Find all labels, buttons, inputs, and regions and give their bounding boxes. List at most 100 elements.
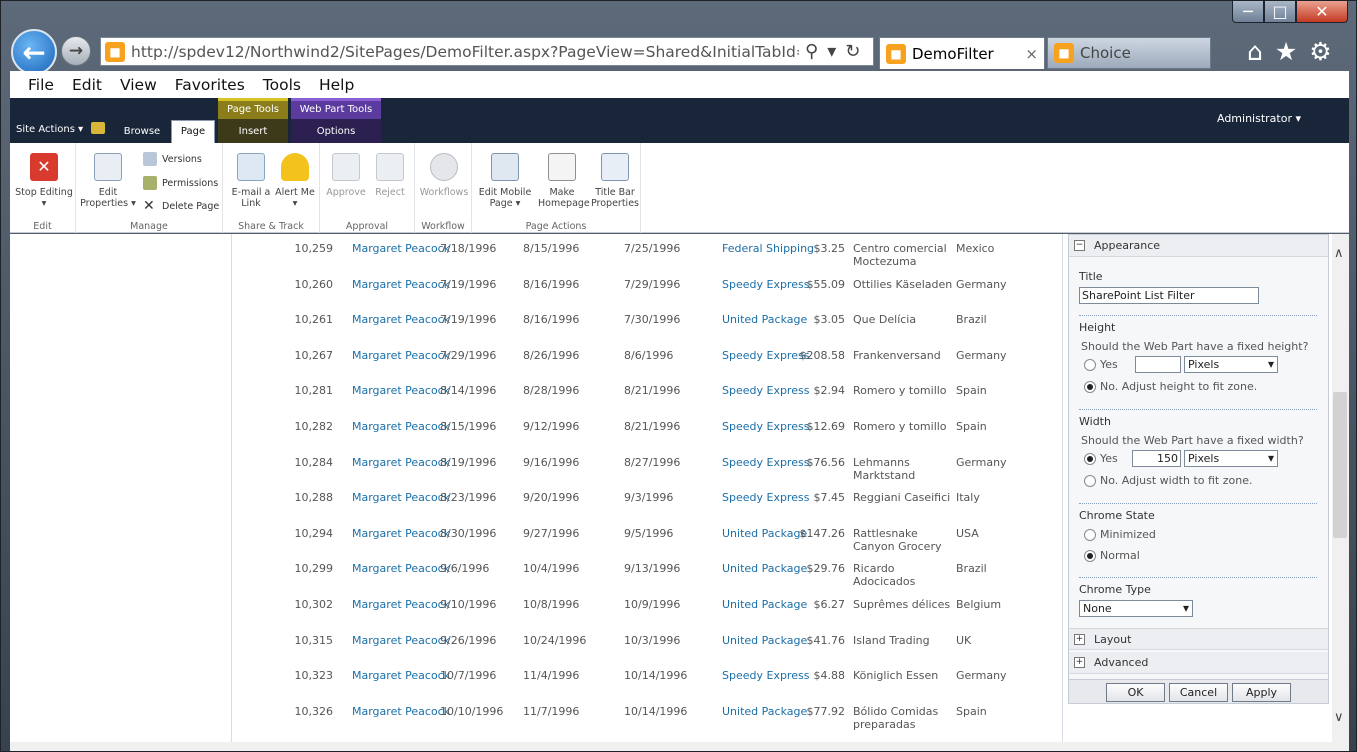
search-icon[interactable]: ⚲ bbox=[805, 41, 818, 62]
vertical-scrollbar[interactable]: ∧ ∨ bbox=[1332, 234, 1349, 742]
employee-link[interactable]: Margaret Peacock bbox=[352, 598, 450, 611]
menu-tools[interactable]: Tools bbox=[263, 76, 301, 94]
back-button[interactable]: ← bbox=[11, 29, 57, 75]
employee-link[interactable]: Margaret Peacock bbox=[352, 420, 450, 433]
employee-link[interactable]: Margaret Peacock bbox=[352, 242, 450, 255]
menu-edit[interactable]: Edit bbox=[72, 76, 102, 94]
employee-link[interactable]: Margaret Peacock bbox=[352, 491, 450, 504]
employee-link[interactable]: Margaret Peacock bbox=[352, 705, 450, 718]
required-date: 9/12/1996 bbox=[523, 420, 580, 433]
navigate-up-icon[interactable] bbox=[91, 122, 105, 134]
address-bar[interactable]: ■ http://spdev12/Northwind2/SitePages/De… bbox=[100, 37, 874, 66]
required-date: 8/26/1996 bbox=[523, 348, 580, 362]
employee-link[interactable]: Margaret Peacock bbox=[352, 313, 450, 326]
tab-browse[interactable]: Browse bbox=[117, 98, 167, 143]
maximize-button[interactable]: □ bbox=[1264, 1, 1296, 23]
dropdown-icon[interactable]: ▾ bbox=[827, 41, 836, 62]
tab-options[interactable]: Options bbox=[291, 126, 381, 137]
tab-close-icon[interactable]: × bbox=[1025, 45, 1038, 63]
table-row: 10,288 Margaret Peacock 8/23/1996 9/20/1996… bbox=[233, 488, 1063, 524]
employee-link[interactable]: Margaret Peacock bbox=[352, 527, 450, 540]
menu-file[interactable]: File bbox=[28, 76, 54, 94]
advanced-section-header[interactable]: + Advanced bbox=[1069, 652, 1328, 674]
edit-properties-button[interactable]: Edit Properties ▾ bbox=[80, 153, 136, 209]
settings-gear-icon[interactable]: ⚙ bbox=[1309, 37, 1331, 66]
minimized-radio[interactable] bbox=[1084, 529, 1096, 541]
cancel-button[interactable]: Cancel bbox=[1169, 683, 1228, 702]
edit-mobile-page-button[interactable]: Edit Mobile Page ▾ bbox=[478, 153, 532, 209]
normal-radio[interactable] bbox=[1084, 550, 1096, 562]
width-yes-radio[interactable] bbox=[1084, 453, 1096, 465]
refresh-icon[interactable]: ↻ bbox=[845, 41, 860, 62]
scroll-up-icon[interactable]: ∧ bbox=[1334, 246, 1344, 261]
width-no-radio[interactable] bbox=[1084, 475, 1096, 487]
menu-view[interactable]: View bbox=[120, 76, 157, 94]
freight: $29.76 bbox=[806, 562, 846, 576]
home-icon[interactable]: ⌂ bbox=[1247, 37, 1263, 66]
ship-name: Rattlesnake Canyon Grocery bbox=[853, 526, 942, 553]
employee-link[interactable]: Margaret Peacock bbox=[352, 669, 450, 682]
forward-button[interactable]: → bbox=[61, 36, 91, 66]
versions-button[interactable]: Versions bbox=[143, 152, 202, 166]
tab-choice[interactable]: ■ Choice bbox=[1047, 37, 1211, 69]
minimize-button[interactable]: ─ bbox=[1232, 1, 1264, 23]
ship-country: Italy bbox=[956, 491, 980, 505]
order-id: 10,294 bbox=[294, 526, 334, 540]
chrome-type-label: Chrome Type bbox=[1079, 583, 1151, 596]
site-actions-menu[interactable]: Site Actions ▾ bbox=[16, 124, 83, 135]
ok-button[interactable]: OK bbox=[1106, 683, 1165, 702]
expand-icon[interactable]: + bbox=[1074, 633, 1085, 645]
width-unit-select[interactable]: Pixels bbox=[1184, 450, 1278, 467]
delete-page-button[interactable]: ✕ Delete Page bbox=[143, 199, 219, 213]
employee-link[interactable]: Margaret Peacock bbox=[352, 634, 450, 647]
user-menu[interactable]: Administrator ▾ bbox=[1217, 112, 1301, 125]
group-workflow: Workflows Workflow bbox=[415, 143, 472, 233]
expand-icon[interactable]: + bbox=[1074, 657, 1085, 668]
height-yes-radio[interactable] bbox=[1084, 359, 1096, 371]
layout-section-header[interactable]: + Layout bbox=[1069, 628, 1328, 650]
tab-demofilter[interactable]: ■ DemoFilter × bbox=[879, 37, 1045, 69]
employee-link[interactable]: Margaret Peacock bbox=[352, 384, 450, 397]
collapse-icon[interactable]: − bbox=[1074, 240, 1085, 251]
table-row: 10,326 Margaret Peacock 10/10/1996 11/7/199… bbox=[233, 702, 1063, 738]
height-input[interactable] bbox=[1135, 356, 1181, 373]
shipped-date: 10/14/1996 bbox=[624, 669, 688, 683]
table-row: 10,315 Margaret Peacock 9/26/1996 10/24/199… bbox=[233, 631, 1063, 667]
employee-link[interactable]: Margaret Peacock bbox=[352, 349, 450, 362]
apply-button[interactable]: Apply bbox=[1232, 683, 1291, 702]
tab-favicon-icon: ■ bbox=[886, 43, 906, 64]
tab-insert[interactable]: Insert bbox=[218, 126, 288, 137]
make-homepage-button[interactable]: Make Homepage bbox=[538, 153, 590, 209]
menu-favorites[interactable]: Favorites bbox=[175, 76, 245, 94]
scroll-down-icon[interactable]: ∨ bbox=[1334, 710, 1344, 725]
menu-help[interactable]: Help bbox=[319, 76, 354, 94]
scrollbar-thumb[interactable] bbox=[1333, 392, 1347, 538]
reject-button[interactable]: Reject bbox=[370, 153, 410, 198]
freight: $7.45 bbox=[813, 491, 846, 505]
stop-editing-button[interactable]: ✕ Stop Editing ▾ bbox=[14, 153, 74, 209]
employee-link[interactable]: Margaret Peacock bbox=[352, 278, 450, 291]
title-bar-properties-button[interactable]: Title Bar Properties bbox=[590, 153, 640, 209]
width-question: Should the Web Part have a fixed width? bbox=[1081, 434, 1304, 447]
approve-button[interactable]: Approve bbox=[324, 153, 368, 198]
alert-me-button[interactable]: Alert Me ▾ bbox=[275, 153, 315, 209]
title-input[interactable]: SharePoint List Filter bbox=[1079, 287, 1259, 304]
height-unit-select[interactable]: Pixels bbox=[1184, 356, 1278, 373]
workflows-button[interactable]: Workflows bbox=[419, 153, 469, 198]
favorites-star-icon[interactable]: ★ bbox=[1275, 37, 1297, 66]
height-no-radio[interactable] bbox=[1084, 381, 1096, 393]
employee-link[interactable]: Margaret Peacock bbox=[352, 562, 450, 575]
width-input[interactable]: 150 bbox=[1132, 450, 1181, 467]
chrome-type-select[interactable]: None bbox=[1079, 600, 1193, 617]
order-id: 10,302 bbox=[294, 598, 334, 611]
tab-page[interactable]: Page bbox=[171, 120, 215, 143]
delete-icon: ✕ bbox=[143, 198, 155, 214]
email-link-button[interactable]: E-mail a Link bbox=[228, 153, 274, 209]
appearance-section-header[interactable]: − Appearance bbox=[1069, 235, 1328, 257]
ship-country: Brazil bbox=[956, 313, 987, 327]
close-window-button[interactable]: ✕ bbox=[1296, 1, 1348, 23]
permissions-button[interactable]: Permissions bbox=[143, 176, 218, 190]
order-date: 8/23/1996 bbox=[440, 491, 497, 505]
employee-link[interactable]: Margaret Peacock bbox=[352, 456, 450, 469]
address-url[interactable]: http://spdev12/Northwind2/SitePages/Demo… bbox=[131, 43, 799, 61]
